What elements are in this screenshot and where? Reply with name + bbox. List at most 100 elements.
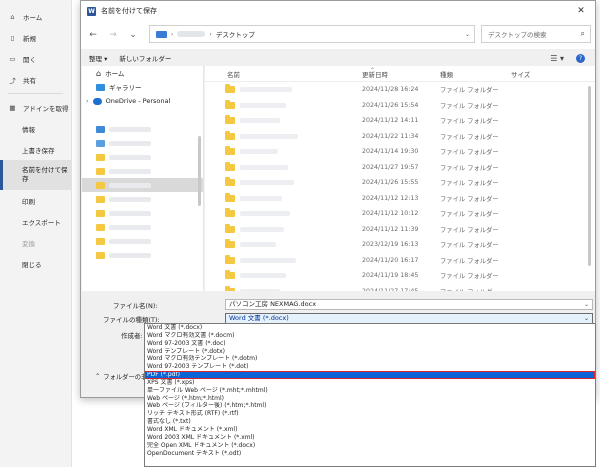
close-button[interactable]: ✕	[567, 1, 595, 21]
file-row[interactable]: 2024/11/28 16:24 ファイル フォルダー	[205, 82, 595, 98]
search-input[interactable]: デスクトップの検索 ⌕	[481, 25, 591, 43]
filetype-option[interactable]: Word マクロ有効テンプレート (*.dotm)	[145, 355, 595, 363]
column-type[interactable]: 種類	[438, 69, 509, 79]
nav-home[interactable]: ⌂ ホーム	[82, 66, 203, 80]
backstage-save[interactable]: 上書き保存	[0, 139, 71, 160]
nav-item[interactable]	[82, 136, 203, 150]
backstage-export-label: エクスポート	[22, 218, 61, 227]
backstage-info[interactable]: 情報	[0, 118, 71, 139]
folder-icon	[225, 192, 235, 202]
backstage-export[interactable]: エクスポート	[0, 211, 71, 232]
backstage-print[interactable]: 印刷	[0, 190, 71, 211]
chevron-down-icon[interactable]: ⌄	[584, 300, 589, 309]
file-row-date: 2024/11/12 14:11	[362, 117, 419, 125]
filetype-option[interactable]: Word テンプレート (*.dotx)	[145, 348, 595, 356]
nav-onedrive[interactable]: › OneDrive - Personal	[82, 94, 203, 108]
forward-arrow-icon[interactable]: →	[107, 29, 119, 41]
nav-scrollbar[interactable]	[198, 136, 201, 206]
file-row-name	[205, 223, 360, 233]
nav-item[interactable]	[82, 234, 203, 248]
backstage-transform: 変換	[0, 232, 71, 253]
filetype-option[interactable]: OpenDocument テキスト (*.odt)	[145, 450, 595, 458]
filetype-option[interactable]: リッチ テキスト形式 (RTF) (*.rtf)	[145, 410, 595, 418]
filetype-option[interactable]: Word 97-2003 テンプレート (*.dot)	[145, 363, 595, 371]
file-row[interactable]: 2024/11/27 19:57 ファイル フォルダー	[205, 160, 595, 176]
file-row[interactable]: 2024/11/27 17:45ファイル フォルダー	[205, 284, 595, 291]
help-icon[interactable]: ?	[576, 53, 585, 63]
sort-caret-icon: ⌃	[370, 67, 376, 74]
file-row[interactable]: 2024/11/22 11:34 ファイル フォルダー	[205, 129, 595, 145]
backstage-save-as[interactable]: 名前を付けて保存	[0, 160, 71, 190]
address-crumb-desktop[interactable]: デスクトップ	[216, 29, 255, 39]
backstage-share[interactable]: ⤴ 共有	[0, 69, 71, 90]
address-bar[interactable]: › › デスクトップ ⌄ ↻	[149, 25, 494, 43]
back-arrow-icon[interactable]: ←	[87, 29, 99, 41]
file-row-name	[205, 130, 360, 140]
gallery-icon	[96, 83, 105, 91]
nav-item[interactable]	[82, 192, 203, 206]
chevron-down-icon[interactable]: ⌄	[465, 31, 474, 38]
backstage-new[interactable]: ▯ 新規	[0, 27, 71, 48]
file-row[interactable]: 2024/11/12 12:13 ファイル フォルダー	[205, 191, 595, 207]
nav-gallery[interactable]: ギャラリー	[82, 80, 203, 94]
filetype-dropdown-list: Word 文書 (*.docx) Word マクロ有効文書 (*.docm) Wor…	[144, 323, 596, 467]
file-row[interactable]: 2024/11/19 18:45 ファイル フォルダー	[205, 268, 595, 284]
backstage-save-as-label: 名前を付けて保存	[22, 166, 68, 183]
organize-button[interactable]: 整理 ▾	[89, 53, 107, 63]
filetype-option[interactable]: Word 2003 XML ドキュメント (*.xml)	[145, 434, 595, 442]
nav-item[interactable]	[82, 220, 203, 234]
filetype-option[interactable]: 単一ファイル Web ページ (*.mht;*.mhtml)	[145, 387, 595, 395]
nav-item[interactable]	[82, 248, 203, 262]
column-size[interactable]: サイズ	[509, 69, 569, 79]
file-row-type: ファイル フォルダー	[440, 164, 499, 172]
file-row[interactable]: 2023/12/19 16:13 ファイル フォルダー	[205, 237, 595, 253]
file-row-type: ファイル フォルダー	[440, 149, 499, 157]
file-row-type: ファイル フォルダー	[438, 287, 509, 291]
new-folder-button[interactable]: 新しいフォルダー	[119, 53, 171, 63]
file-row-name	[205, 192, 360, 202]
author-label: 作成者:	[121, 332, 143, 340]
backstage-share-label: 共有	[23, 76, 36, 85]
filetype-option[interactable]: Web ページ (フィルター後) (*.htm;*.html)	[145, 402, 595, 410]
file-row[interactable]: 2024/11/20 16:17 ファイル フォルダー	[205, 253, 595, 269]
file-row[interactable]: 2024/11/12 10:12 ファイル フォルダー	[205, 206, 595, 222]
file-row-date: 2024/11/28 16:24	[362, 86, 419, 94]
recent-chevron-icon[interactable]: ⌄	[127, 29, 139, 41]
filetype-option[interactable]: Word 文書 (*.docx)	[145, 324, 595, 332]
folder-icon	[225, 270, 235, 280]
filename-field[interactable]: パソコン工房 NEXMAG.docx ⌄	[225, 299, 593, 310]
backstage-home[interactable]: ⌂ ホーム	[0, 6, 71, 27]
filetype-option[interactable]: Word マクロ有効文書 (*.docm)	[145, 332, 595, 340]
view-options-icon[interactable]: ☰ ▾	[550, 54, 564, 63]
nav-item-selected[interactable]	[82, 178, 203, 192]
file-row[interactable]: 2024/11/12 14:11 ファイル フォルダー	[205, 113, 595, 129]
nav-item[interactable]	[82, 206, 203, 220]
backstage-close[interactable]: 閉じる	[0, 253, 71, 274]
filetype-option-selected[interactable]: PDF (*.pdf)	[145, 371, 595, 379]
file-row[interactable]: 2024/11/26 15:55 ファイル フォルダー	[205, 175, 595, 191]
backstage-open[interactable]: ▭ 開く	[0, 48, 71, 69]
file-row[interactable]: 2024/11/12 11:39 ファイル フォルダー	[205, 222, 595, 238]
column-name[interactable]: 名前	[205, 69, 360, 79]
filetype-option[interactable]: Word XML ドキュメント (*.xml)	[145, 426, 595, 434]
nav-item[interactable]	[82, 150, 203, 164]
expand-chevron-icon[interactable]: ›	[86, 97, 89, 105]
backstage-addins[interactable]: ▦ アドインを取得	[0, 97, 71, 118]
nav-item[interactable]	[82, 164, 203, 178]
file-row[interactable]: 2024/11/14 19:30 ファイル フォルダー	[205, 144, 595, 160]
file-row-name	[205, 146, 360, 156]
filetype-option[interactable]: 完全 Open XML ドキュメント (*.docx)	[145, 442, 595, 450]
folder-icon	[96, 153, 105, 161]
dialog-toolbar: 整理 ▾ 新しいフォルダー ☰ ▾ ?	[81, 50, 595, 66]
nav-item[interactable]	[82, 122, 203, 136]
file-row[interactable]: 2024/11/26 15:54 ファイル フォルダー	[205, 98, 595, 114]
file-row-type: ファイル フォルダー	[440, 180, 499, 188]
filetype-option[interactable]: XPS 文書 (*.xps)	[145, 379, 595, 387]
filetype-option[interactable]: 書式なし (*.txt)	[145, 418, 595, 426]
file-name-redacted	[240, 226, 284, 232]
file-list-scrollbar[interactable]	[588, 86, 591, 266]
search-icon: ⌕	[580, 29, 585, 38]
filetype-option[interactable]: Web ページ (*.htm;*.html)	[145, 395, 595, 403]
chevron-down-icon[interactable]: ⌄	[584, 314, 589, 323]
filetype-option[interactable]: Word 97-2003 文書 (*.doc)	[145, 340, 595, 348]
